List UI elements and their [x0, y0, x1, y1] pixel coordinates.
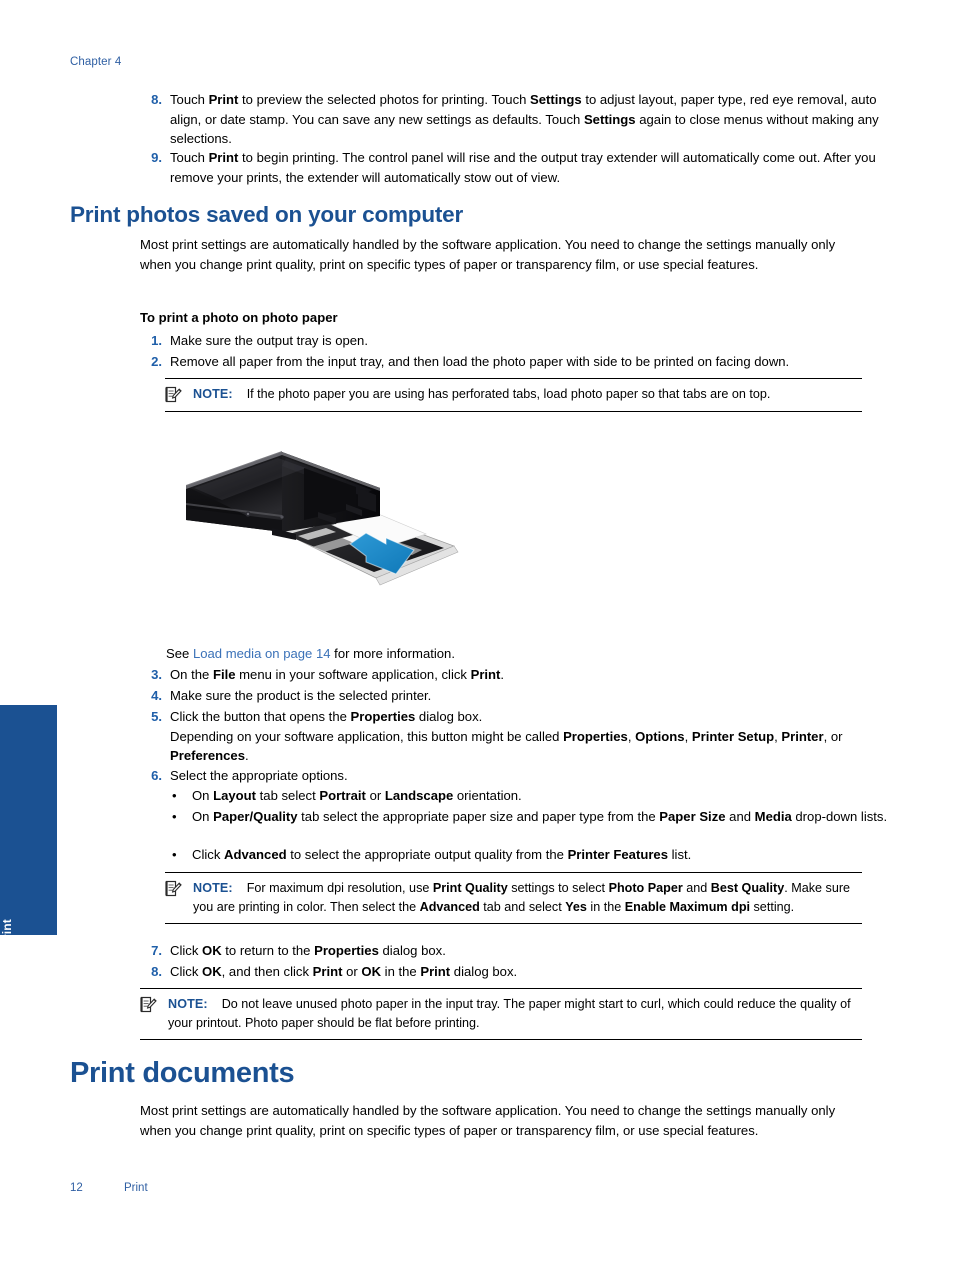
- list-item-text: Click the button that opens the Properti…: [170, 709, 483, 724]
- figure-cross-reference: See Load media on page 14 for more infor…: [166, 646, 455, 661]
- cross-reference-link[interactable]: Load media on page 14: [193, 646, 331, 661]
- list-item-number: 5.: [151, 709, 162, 724]
- note-content: Do not leave unused photo paper in the i…: [168, 997, 851, 1030]
- list-item-text: Click Advanced to select the appropriate…: [192, 847, 692, 862]
- section-heading-print-photos: Print photos saved on your computer: [70, 202, 464, 227]
- list-item-text: On the File menu in your software applic…: [170, 667, 505, 682]
- document-page: Chapter 4 Print 8. Touch Print to previe…: [0, 0, 954, 1270]
- list-item-number: 3.: [151, 667, 162, 682]
- list-item: 6. Select the appropriate options.: [140, 766, 892, 786]
- list-item-text: Touch Print to preview the selected phot…: [170, 92, 879, 147]
- note-label: NOTE:: [193, 387, 233, 401]
- side-thumb-tab-print: Print: [0, 705, 57, 947]
- list-item-number: 4.: [151, 688, 162, 703]
- list-item: • Click Advanced to select the appropria…: [166, 845, 888, 865]
- running-head-chapter: Chapter 4: [70, 56, 122, 68]
- list-item: • On Layout tab select Portrait or Lands…: [166, 786, 888, 806]
- list-item-text: Click OK, and then click Print or OK in …: [170, 964, 518, 979]
- footer-section-label: Print: [124, 1182, 148, 1194]
- list-item-text: Select the appropriate options.: [170, 768, 348, 783]
- procedure-heading: To print a photo on photo paper: [140, 310, 338, 325]
- list-item-text: Make sure the output tray is open.: [170, 333, 368, 348]
- list-item: 9. Touch Print to begin printing. The co…: [140, 148, 892, 187]
- note-block: NOTE: For maximum dpi resolution, use Pr…: [165, 872, 862, 925]
- note-icon: [165, 385, 182, 404]
- note-icon: [165, 879, 182, 898]
- printer-svg: [186, 451, 459, 586]
- list-item: 8. Touch Print to preview the selected p…: [140, 90, 892, 149]
- list-item: • On Paper/Quality tab select the approp…: [166, 807, 888, 827]
- note-content: If the photo paper you are using has per…: [246, 387, 771, 401]
- list-item-number: 6.: [151, 768, 162, 783]
- list-item: 4. Make sure the product is the selected…: [140, 686, 892, 706]
- bullet-marker: •: [172, 847, 177, 862]
- list-item-number: 2.: [151, 354, 162, 369]
- section2-intro-paragraph: Most print settings are automatically ha…: [140, 1103, 836, 1138]
- list-item-number: 8.: [151, 964, 162, 979]
- list-item-text: On Layout tab select Portrait or Landsca…: [192, 788, 522, 803]
- section-intro-paragraph: Most print settings are automatically ha…: [140, 237, 836, 272]
- list-item-text: Make sure the product is the selected pr…: [170, 688, 432, 703]
- note-text: NOTE: For maximum dpi resolution, use Pr…: [165, 879, 862, 916]
- list-item: 7. Click OK to return to the Properties …: [140, 941, 892, 961]
- list-item-text: On Paper/Quality tab select the appropri…: [192, 809, 888, 824]
- bullet-marker: •: [172, 809, 177, 824]
- footer-page-number: 12: [70, 1182, 83, 1194]
- note-icon: [140, 995, 157, 1014]
- note-text: NOTE: Do not leave unused photo paper in…: [140, 995, 862, 1032]
- list-item-number: 9.: [151, 150, 162, 165]
- list-item: 2. Remove all paper from the input tray,…: [140, 352, 892, 372]
- note-label: NOTE:: [193, 881, 233, 895]
- list-item: 8. Click OK, and then click Print or OK …: [140, 962, 892, 982]
- page-footer: 12 Print: [70, 1182, 148, 1194]
- list-item-number: 8.: [151, 92, 162, 107]
- section-heading-print-documents: Print documents: [70, 1057, 295, 1089]
- list-item-text: Touch Print to begin printing. The contr…: [170, 150, 876, 185]
- list-item: 1. Make sure the output tray is open.: [140, 331, 892, 351]
- list-item-text: Remove all paper from the input tray, an…: [170, 354, 790, 369]
- note-text: NOTE: If the photo paper you are using h…: [165, 385, 862, 404]
- list-item-number: 7.: [151, 943, 162, 958]
- list-item-text: Click OK to return to the Properties dia…: [170, 943, 446, 958]
- list-item-continuation: Depending on your software application, …: [170, 728, 843, 764]
- list-item: 5. Click the button that opens the Prope…: [140, 707, 892, 766]
- side-thumb-tab-label: Print: [0, 919, 14, 948]
- bullet-marker: •: [172, 788, 177, 803]
- photo-printer-illustration: [186, 428, 496, 633]
- note-label: NOTE:: [168, 997, 208, 1011]
- note-content: For maximum dpi resolution, use Print Qu…: [193, 881, 851, 914]
- note-block: NOTE: If the photo paper you are using h…: [165, 378, 862, 412]
- list-item: 3. On the File menu in your software app…: [140, 665, 892, 685]
- list-item-number: 1.: [151, 333, 162, 348]
- note-block: NOTE: Do not leave unused photo paper in…: [140, 988, 862, 1041]
